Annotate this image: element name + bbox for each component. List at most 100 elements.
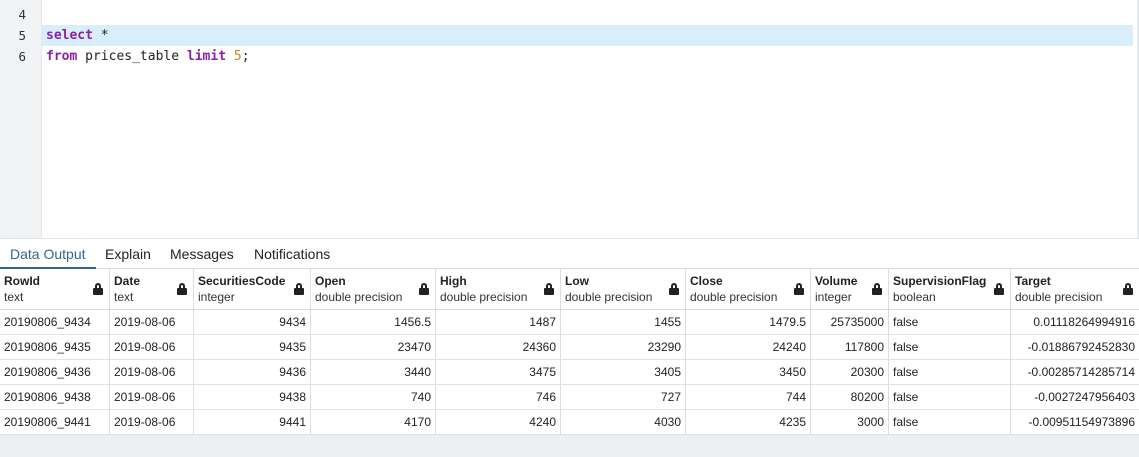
cell-supervisionflag[interactable]: false — [889, 310, 1011, 334]
cell-open[interactable]: 1456.5 — [311, 310, 436, 334]
lock-icon — [872, 283, 882, 295]
lock-icon — [93, 283, 103, 295]
cell-high[interactable]: 1487 — [436, 310, 561, 334]
sql-keyword: limit — [186, 49, 227, 64]
code-text: ; — [241, 49, 250, 64]
cell-date[interactable]: 2019-08-06 — [110, 385, 194, 409]
tab-data-output[interactable]: Data Output — [0, 239, 96, 269]
column-type: double precision — [565, 290, 653, 304]
cell-close[interactable]: 3450 — [686, 360, 811, 384]
tab-explain[interactable]: Explain — [95, 239, 161, 269]
cell-securitiescode[interactable]: 9434 — [194, 310, 311, 334]
column-header-close[interactable]: Close double precision — [686, 269, 811, 309]
column-name: Low — [565, 274, 589, 288]
data-output-grid: RowId text Date text SecuritiesCode integer Op… — [0, 269, 1139, 457]
column-header-volume[interactable]: Volume integer — [811, 269, 889, 309]
column-type: double precision — [315, 290, 403, 304]
cell-volume[interactable]: 3000 — [811, 410, 889, 434]
table-row[interactable]: 20190806_9436 2019-08-06 9436 3440 3475 3405 3… — [0, 360, 1139, 385]
cell-supervisionflag[interactable]: false — [889, 360, 1011, 384]
cell-securitiescode[interactable]: 9438 — [194, 385, 311, 409]
cell-low[interactable]: 4030 — [561, 410, 686, 434]
cell-securitiescode[interactable]: 9435 — [194, 335, 311, 359]
cell-target[interactable]: -0.00285714285714 — [1011, 360, 1139, 384]
column-type: double precision — [690, 290, 778, 304]
column-header-supervisionflag[interactable]: SupervisionFlag boolean — [889, 269, 1011, 309]
query-editor[interactable]: 4 5 6 select * from prices_table limit 5… — [0, 0, 1139, 238]
column-name: RowId — [4, 274, 40, 288]
column-name: Target — [1015, 274, 1051, 288]
cell-rowid[interactable]: 20190806_9441 — [0, 410, 110, 434]
cell-close[interactable]: 744 — [686, 385, 811, 409]
lock-icon — [419, 283, 429, 295]
cell-date[interactable]: 2019-08-06 — [110, 410, 194, 434]
cell-open[interactable]: 23470 — [311, 335, 436, 359]
cell-low[interactable]: 3405 — [561, 360, 686, 384]
code-line[interactable]: select * — [42, 25, 1133, 46]
column-header-rowid[interactable]: RowId text — [0, 269, 110, 309]
cell-low[interactable]: 727 — [561, 385, 686, 409]
cell-target[interactable]: -0.01886792452830 — [1011, 335, 1139, 359]
column-type: boolean — [893, 290, 936, 304]
column-header-open[interactable]: Open double precision — [311, 269, 436, 309]
cell-low[interactable]: 1455 — [561, 310, 686, 334]
code-text: * — [92, 28, 109, 43]
cell-date[interactable]: 2019-08-06 — [110, 310, 194, 334]
cell-target[interactable]: -0.0027247956403 — [1011, 385, 1139, 409]
table-row[interactable]: 20190806_9441 2019-08-06 9441 4170 4240 4030 4… — [0, 410, 1139, 435]
column-name: SecuritiesCode — [198, 274, 286, 288]
column-header-date[interactable]: Date text — [110, 269, 194, 309]
line-number-gutter: 4 5 6 — [0, 0, 42, 238]
lock-icon — [994, 283, 1004, 295]
cell-volume[interactable]: 80200 — [811, 385, 889, 409]
cell-rowid[interactable]: 20190806_9434 — [0, 310, 110, 334]
column-header-low[interactable]: Low double precision — [561, 269, 686, 309]
column-type: text — [4, 290, 24, 304]
column-type: double precision — [1015, 290, 1103, 304]
cell-supervisionflag[interactable]: false — [889, 385, 1011, 409]
tab-messages[interactable]: Messages — [160, 239, 244, 269]
cell-high[interactable]: 24360 — [436, 335, 561, 359]
lock-icon — [1123, 283, 1133, 295]
cell-date[interactable]: 2019-08-06 — [110, 360, 194, 384]
column-header-target[interactable]: Target double precision — [1011, 269, 1139, 309]
column-name: Close — [690, 274, 723, 288]
cell-high[interactable]: 4240 — [436, 410, 561, 434]
cell-high[interactable]: 746 — [436, 385, 561, 409]
cell-close[interactable]: 24240 — [686, 335, 811, 359]
cell-securitiescode[interactable]: 9436 — [194, 360, 311, 384]
line-number: 4 — [18, 7, 26, 22]
code-text: prices_table — [77, 49, 187, 64]
cell-volume[interactable]: 25735000 — [811, 310, 889, 334]
cell-target[interactable]: -0.00951154973896 — [1011, 410, 1139, 434]
code-line[interactable]: from prices_table limit 5; — [42, 46, 1133, 67]
table-row[interactable]: 20190806_9438 2019-08-06 9438 740 746 727 744 8… — [0, 385, 1139, 410]
cell-volume[interactable]: 20300 — [811, 360, 889, 384]
table-row[interactable]: 20190806_9435 2019-08-06 9435 23470 24360 232… — [0, 335, 1139, 360]
cell-date[interactable]: 2019-08-06 — [110, 335, 194, 359]
cell-low[interactable]: 23290 — [561, 335, 686, 359]
cell-target[interactable]: 0.01118264994916 — [1011, 310, 1139, 334]
cell-open[interactable]: 740 — [311, 385, 436, 409]
cell-securitiescode[interactable]: 9441 — [194, 410, 311, 434]
column-name: High — [440, 274, 467, 288]
cell-supervisionflag[interactable]: false — [889, 410, 1011, 434]
cell-close[interactable]: 1479.5 — [686, 310, 811, 334]
table-row[interactable]: 20190806_9434 2019-08-06 9434 1456.5 1487 145… — [0, 310, 1139, 335]
cell-volume[interactable]: 117800 — [811, 335, 889, 359]
column-header-securitiescode[interactable]: SecuritiesCode integer — [194, 269, 311, 309]
column-type: double precision — [440, 290, 528, 304]
cell-high[interactable]: 3475 — [436, 360, 561, 384]
cell-close[interactable]: 4235 — [686, 410, 811, 434]
number-literal: 5 — [233, 49, 242, 64]
column-header-high[interactable]: High double precision — [436, 269, 561, 309]
code-line[interactable] — [42, 4, 1133, 25]
cell-rowid[interactable]: 20190806_9438 — [0, 385, 110, 409]
cell-supervisionflag[interactable]: false — [889, 335, 1011, 359]
cell-rowid[interactable]: 20190806_9435 — [0, 335, 110, 359]
cell-rowid[interactable]: 20190806_9436 — [0, 360, 110, 384]
tab-notifications[interactable]: Notifications — [244, 239, 340, 269]
cell-open[interactable]: 4170 — [311, 410, 436, 434]
cell-open[interactable]: 3440 — [311, 360, 436, 384]
